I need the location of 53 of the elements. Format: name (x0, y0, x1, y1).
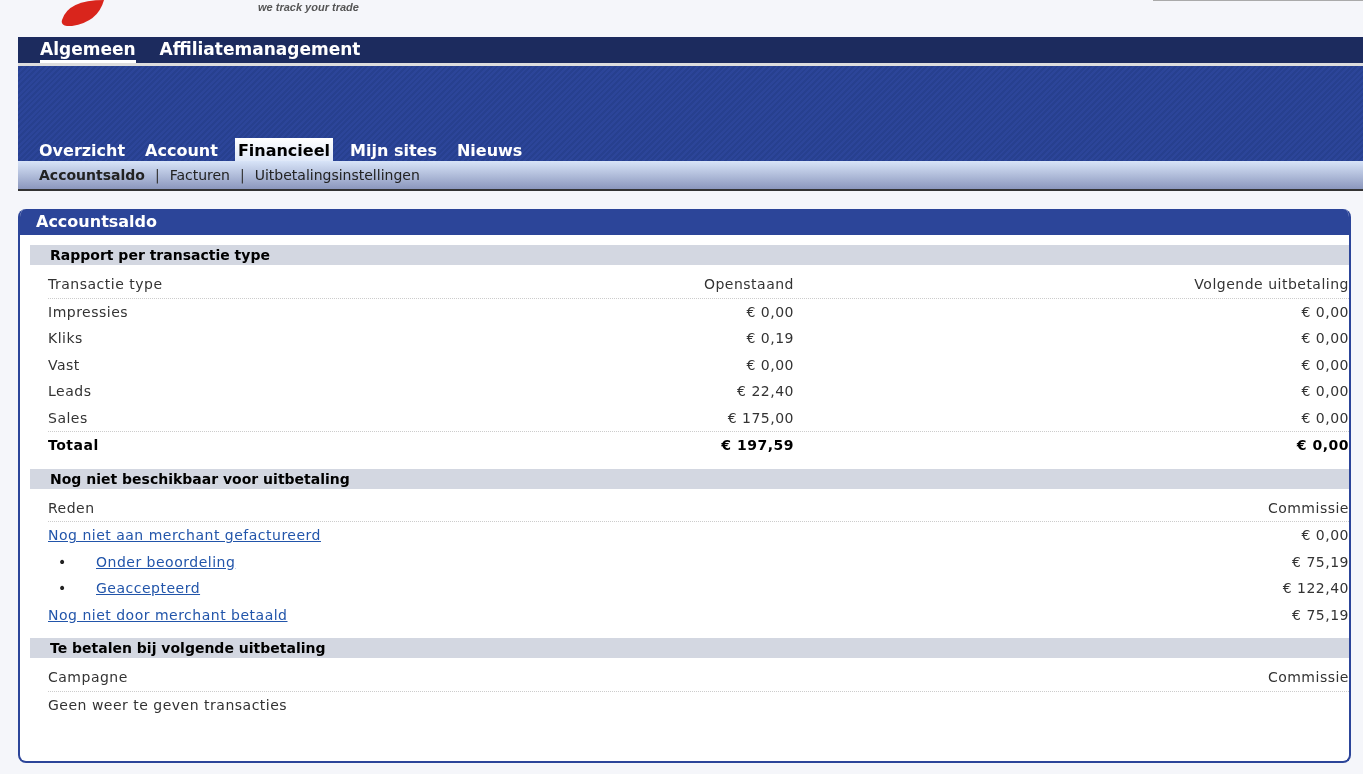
sub-nav-link[interactable]: Accountsaldo (39, 167, 145, 183)
nav-tab[interactable]: Nieuws (453, 138, 526, 161)
table-cell-text: € 175,00 (726, 409, 794, 426)
bullet: • (57, 580, 68, 597)
table-cell-text: Sales (48, 409, 89, 426)
nav-tab[interactable]: Overzicht (36, 138, 129, 161)
table-cell-text: Impressies (48, 303, 130, 320)
total-cell-text: Totaal (48, 437, 100, 454)
table-cell-text: Leads (48, 383, 93, 400)
table-cell-text: Kliks (48, 330, 84, 347)
column-header: Reden (48, 499, 96, 516)
table-cell-text: € 0,00 (1300, 330, 1349, 347)
column-header: Openstaand (702, 276, 794, 293)
table-cell-text: € 0,00 (1300, 527, 1349, 544)
panel-title: Accountsaldo (20, 209, 1349, 235)
bullet: • (57, 553, 68, 570)
tagline: we track your trade (258, 1, 359, 13)
main-nav-tab[interactable]: Affiliatemanagement (159, 39, 361, 63)
reason-link[interactable]: Geaccepteerd (96, 580, 201, 597)
separator: | (154, 167, 160, 183)
nav-tab[interactable]: Financieel (234, 138, 334, 161)
nav-tab[interactable]: Mijn sites (347, 138, 440, 161)
nav-tab[interactable]: Account (142, 138, 221, 161)
column-header: Campagne (48, 669, 129, 686)
reason-link[interactable]: Nog niet aan merchant gefactureerd (48, 527, 321, 544)
main-nav-tab[interactable]: Algemeen (40, 39, 136, 63)
table-cell-text: € 0,00 (1300, 303, 1349, 320)
table-cell-text: € 0,00 (745, 303, 794, 320)
table-cell-text: € 122,40 (1281, 580, 1349, 597)
column-header: Commissie (1266, 669, 1349, 686)
table-cell-text: € 0,19 (745, 330, 794, 347)
total-cell-text: € 197,59 (720, 437, 794, 454)
reason-link[interactable]: Onder beoordeling (96, 553, 236, 570)
section-header: Rapport per transactie type (30, 245, 1349, 265)
table-cell-text: € 0,00 (1300, 383, 1349, 400)
empty-message: Geen weer te geven transacties (48, 696, 289, 713)
section-header: Nog niet beschikbaar voor uitbetaling (30, 468, 1349, 489)
sub-nav-link[interactable]: Facturen (169, 167, 230, 183)
column-header: Transactie type (48, 276, 164, 293)
column-header: Volgende uitbetaling (1193, 276, 1349, 293)
table-cell-text: Vast (48, 356, 81, 373)
separator: | (239, 167, 245, 183)
total-cell-text: € 0,00 (1295, 437, 1349, 454)
section-header: Te betalen bij volgende uitbetaling (30, 638, 1349, 658)
table-cell-text: € 75,19 (1291, 606, 1349, 623)
table-cell-text: € 0,00 (745, 356, 794, 373)
reason-link[interactable]: Nog niet door merchant betaald (48, 606, 288, 623)
column-header: Commissie (1266, 499, 1349, 516)
table-cell-text: € 0,00 (1300, 356, 1349, 373)
sub-nav-link[interactable]: Uitbetalingsinstellingen (254, 167, 420, 183)
table-cell-text: € 75,19 (1291, 553, 1349, 570)
table-cell-text: € 0,00 (1300, 409, 1349, 426)
table-cell-text: € 22,40 (736, 383, 794, 400)
